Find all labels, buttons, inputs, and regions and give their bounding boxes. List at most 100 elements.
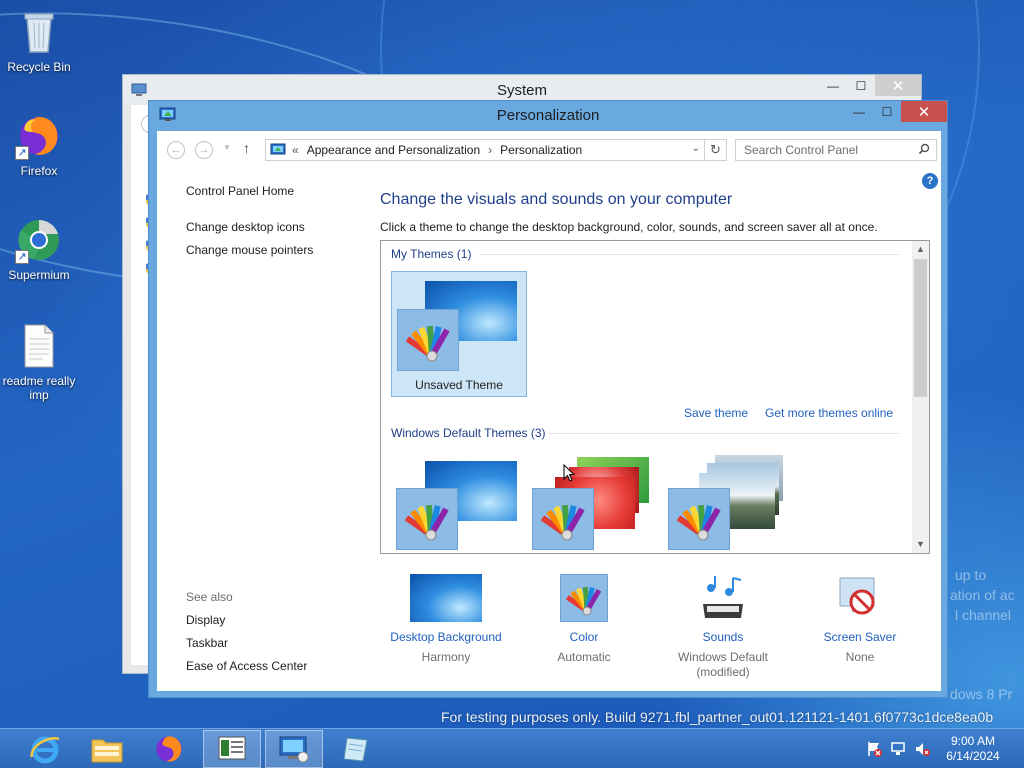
scroll-up-button[interactable]: ▲ (912, 241, 929, 258)
help-icon[interactable]: ? (922, 173, 938, 189)
address-bar[interactable]: « Appearance and Personalization › Perso… (265, 139, 705, 161)
color-setting[interactable]: Color Automatic (514, 574, 654, 665)
system-clock[interactable]: 9:00 AM 6/14/2024 (938, 734, 1008, 764)
firefox-icon: ↗ (15, 112, 63, 160)
desktop-background-setting[interactable]: Desktop Background Harmony (376, 574, 516, 665)
sounds-value: Windows Default (677, 650, 769, 664)
color-link[interactable]: Color (514, 630, 654, 644)
sounds-icon (697, 574, 749, 622)
link-control-panel-home[interactable]: Control Panel Home (186, 184, 294, 198)
desktop-background-icon (410, 574, 482, 622)
shortcut-arrow-icon: ↗ (15, 250, 29, 264)
sounds-setting[interactable]: Sounds Windows Default (modified) (653, 574, 793, 680)
background-text: ation of ac (950, 587, 1015, 603)
theme-tile-unsaved[interactable]: Unsaved Theme (391, 271, 527, 397)
desktop-icon-label: Recycle Bin (7, 60, 71, 74)
theme-tile-flowers[interactable] (527, 451, 663, 553)
text-document-icon (15, 322, 63, 370)
save-theme-link[interactable]: Save theme (684, 406, 748, 420)
color-fan-icon (668, 488, 730, 550)
divider (481, 254, 899, 255)
control-panel-icon (279, 736, 309, 763)
navigation-bar: ← → ▼ ↑ « Appearance and Personalization… (157, 131, 941, 169)
taskbar-firefox[interactable] (140, 730, 198, 768)
group-default-themes: Windows Default Themes (3) (391, 426, 546, 440)
forward-button[interactable]: → (195, 141, 213, 159)
up-button[interactable]: ↑ (243, 140, 250, 156)
link-change-mouse-pointers[interactable]: Change mouse pointers (186, 243, 313, 257)
clock-time: 9:00 AM (950, 734, 996, 748)
divider (549, 433, 899, 434)
arrow-up-icon: ↑ (243, 140, 250, 156)
shortcut-arrow-icon: ↗ (15, 146, 29, 160)
sounds-value-modified: (modified) (696, 665, 750, 679)
action-center-icon[interactable] (866, 741, 882, 757)
search-icon[interactable] (918, 143, 930, 155)
desktop-background-link[interactable]: Desktop Background (376, 630, 516, 644)
taskbar-notepad[interactable] (327, 730, 385, 768)
chevron-down-icon: ⌄ (691, 143, 700, 154)
color-fan-icon (397, 309, 459, 371)
minimize-button[interactable]: — (845, 101, 873, 122)
color-value: Automatic (557, 650, 611, 664)
refresh-button[interactable]: ↻ (705, 139, 727, 161)
screen-saver-icon (836, 574, 884, 622)
search-placeholder: Search Control Panel (744, 143, 859, 157)
background-text: dows 8 Pr (950, 686, 1013, 702)
taskbar-personalization[interactable] (265, 730, 323, 768)
screen-saver-link[interactable]: Screen Saver (790, 630, 930, 644)
maximize-button[interactable]: ☐ (873, 101, 901, 122)
scroll-thumb[interactable] (914, 259, 927, 397)
desktop-icon-firefox[interactable]: ↗ Firefox (1, 112, 77, 178)
arrow-left-icon: ← (170, 144, 182, 156)
link-display[interactable]: Display (186, 613, 225, 627)
address-dropdown[interactable]: ⌄ (692, 143, 700, 154)
link-taskbar[interactable]: Taskbar (186, 636, 228, 650)
color-fan-icon (396, 488, 458, 550)
breadcrumb-appearance[interactable]: Appearance and Personalization (307, 143, 480, 157)
recycle-bin-icon (15, 8, 63, 56)
desktop-background-value: Harmony (421, 650, 471, 664)
minimize-button[interactable]: — (819, 75, 847, 96)
breadcrumb-personalization[interactable]: Personalization (500, 143, 582, 157)
screen-saver-setting[interactable]: Screen Saver None (790, 574, 930, 665)
taskbar-file-explorer[interactable] (78, 730, 136, 768)
theme-tile-landscapes[interactable] (663, 451, 799, 553)
get-more-themes-link[interactable]: Get more themes online (765, 406, 893, 420)
theme-tile-windows[interactable] (391, 451, 527, 553)
sounds-link[interactable]: Sounds (653, 630, 793, 644)
desktop-icon-label: Supermium (8, 268, 70, 282)
scroll-down-button[interactable]: ▼ (912, 536, 929, 553)
volume-muted-icon[interactable] (914, 741, 930, 757)
control-panel-icon (270, 143, 286, 157)
maximize-button[interactable]: ☐ (847, 75, 875, 96)
desktop-icon-readme[interactable]: readme really imp (1, 322, 77, 402)
search-input[interactable]: Search Control Panel (735, 139, 937, 161)
link-ease-of-access[interactable]: Ease of Access Center (186, 659, 307, 673)
window-title: Personalization (496, 107, 600, 124)
desktop-icon-label: readme really imp (2, 374, 76, 402)
close-button[interactable]: ✕ (875, 75, 921, 96)
personalization-window[interactable]: Personalization — ☐ ✕ ← → ▼ ↑ « Appearan… (148, 100, 948, 698)
personalization-title-bar[interactable]: Personalization — ☐ ✕ (149, 101, 947, 131)
back-button[interactable]: ← (167, 141, 185, 159)
recent-pages-button[interactable]: ▼ (223, 143, 231, 152)
taskbar-internet-explorer[interactable] (16, 730, 74, 768)
link-change-desktop-icons[interactable]: Change desktop icons (186, 220, 305, 234)
taskbar: 9:00 AM 6/14/2024 (0, 728, 1024, 768)
desktop-icon-supermium[interactable]: ↗ Supermium (1, 216, 77, 282)
desktop-icon-recycle-bin[interactable]: Recycle Bin (1, 8, 77, 74)
breadcrumb-overflow[interactable]: « (292, 143, 299, 157)
internet-explorer-icon (30, 736, 60, 764)
theme-tile-label: Unsaved Theme (415, 378, 503, 392)
background-text: l channel (955, 607, 1012, 623)
network-icon[interactable] (890, 741, 906, 757)
taskbar-system[interactable] (203, 730, 261, 768)
personalization-content: ← → ▼ ↑ « Appearance and Personalization… (157, 131, 941, 691)
close-button[interactable]: ✕ (901, 101, 947, 122)
breadcrumb-separator: › (488, 143, 493, 157)
page-title: Change the visuals and sounds on your co… (380, 191, 733, 208)
firefox-icon (156, 736, 182, 762)
supermium-icon: ↗ (15, 216, 63, 264)
theme-list-scrollbar[interactable]: ▲ ▼ (912, 241, 929, 553)
